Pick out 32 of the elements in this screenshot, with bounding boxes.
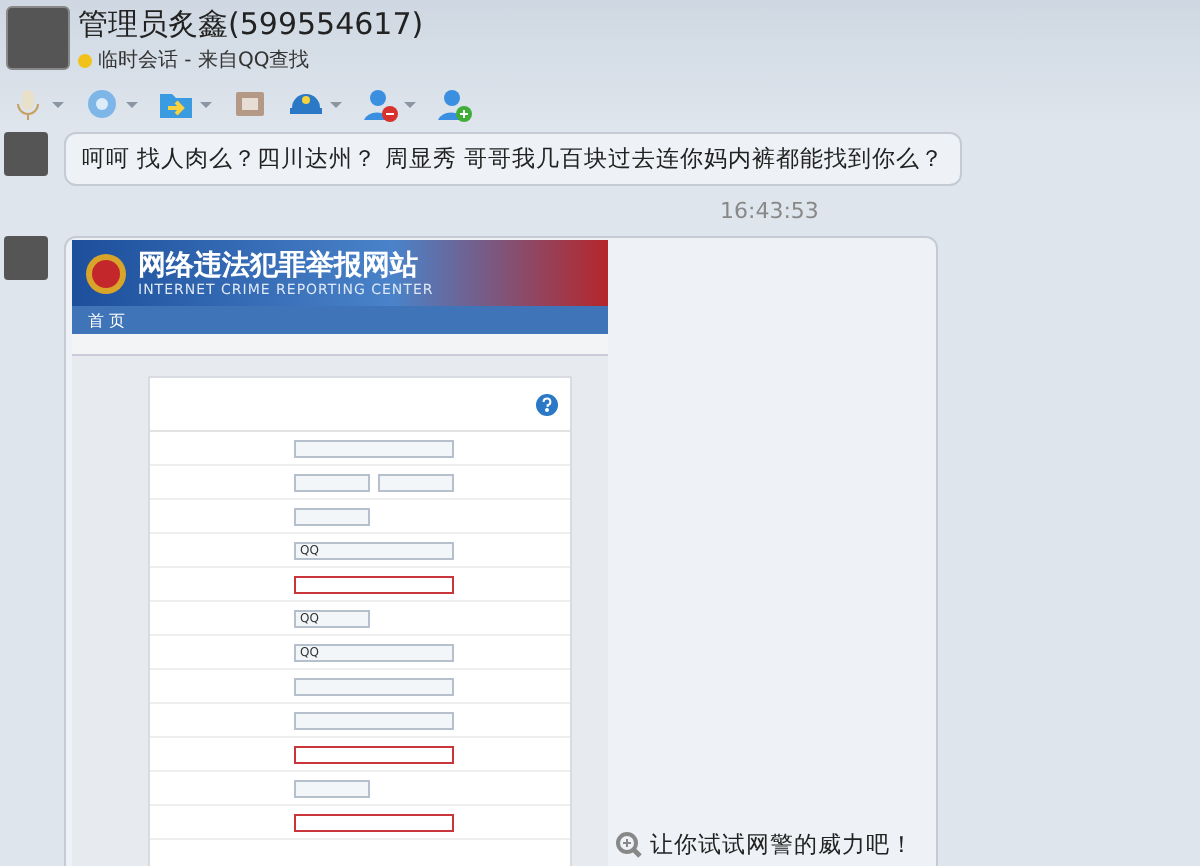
form-field[interactable] xyxy=(294,745,454,763)
session-status: 临时会话 - 来自QQ查找 xyxy=(78,46,424,74)
form-field[interactable] xyxy=(378,473,454,491)
circle-icon[interactable] xyxy=(84,86,120,122)
form-field[interactable] xyxy=(294,473,370,491)
form-field[interactable] xyxy=(294,711,454,729)
form-field[interactable] xyxy=(294,779,370,797)
site-title: 网络违法犯罪举报网站 xyxy=(138,249,420,281)
user-add-icon[interactable] xyxy=(436,86,472,122)
caret-icon[interactable] xyxy=(330,98,342,110)
screen-icon[interactable] xyxy=(232,86,268,122)
form-field[interactable] xyxy=(294,813,454,831)
avatar-photo-placeholder xyxy=(4,236,48,280)
form-field[interactable] xyxy=(294,575,454,593)
zoom-in-icon[interactable] xyxy=(616,832,642,858)
form-field[interactable] xyxy=(294,677,454,695)
image-caption: 让你试试网警的威力吧！ xyxy=(650,830,914,860)
caret-icon[interactable] xyxy=(52,98,64,110)
help-icon[interactable] xyxy=(536,393,558,415)
caret-icon[interactable] xyxy=(126,98,138,110)
emblem-icon xyxy=(84,251,128,295)
avatar-photo-placeholder xyxy=(6,6,70,70)
form-field[interactable] xyxy=(294,507,370,525)
message-time: 16:43:53 xyxy=(720,198,819,224)
nav-link[interactable]: 首 页 xyxy=(88,309,126,331)
user-remove-icon[interactable] xyxy=(362,86,398,122)
caret-icon[interactable] xyxy=(404,98,416,110)
contact-name: 管理员炙鑫(599554617) xyxy=(78,6,424,42)
avatar-photo-placeholder xyxy=(4,132,48,176)
caret-icon[interactable] xyxy=(200,98,212,110)
form-field[interactable] xyxy=(294,439,454,457)
message-bubble: 呵呵 找人肉么？四川达州？ 周显秀 哥哥我几百块过去连你妈内裤都能找到你么？ xyxy=(64,132,962,186)
